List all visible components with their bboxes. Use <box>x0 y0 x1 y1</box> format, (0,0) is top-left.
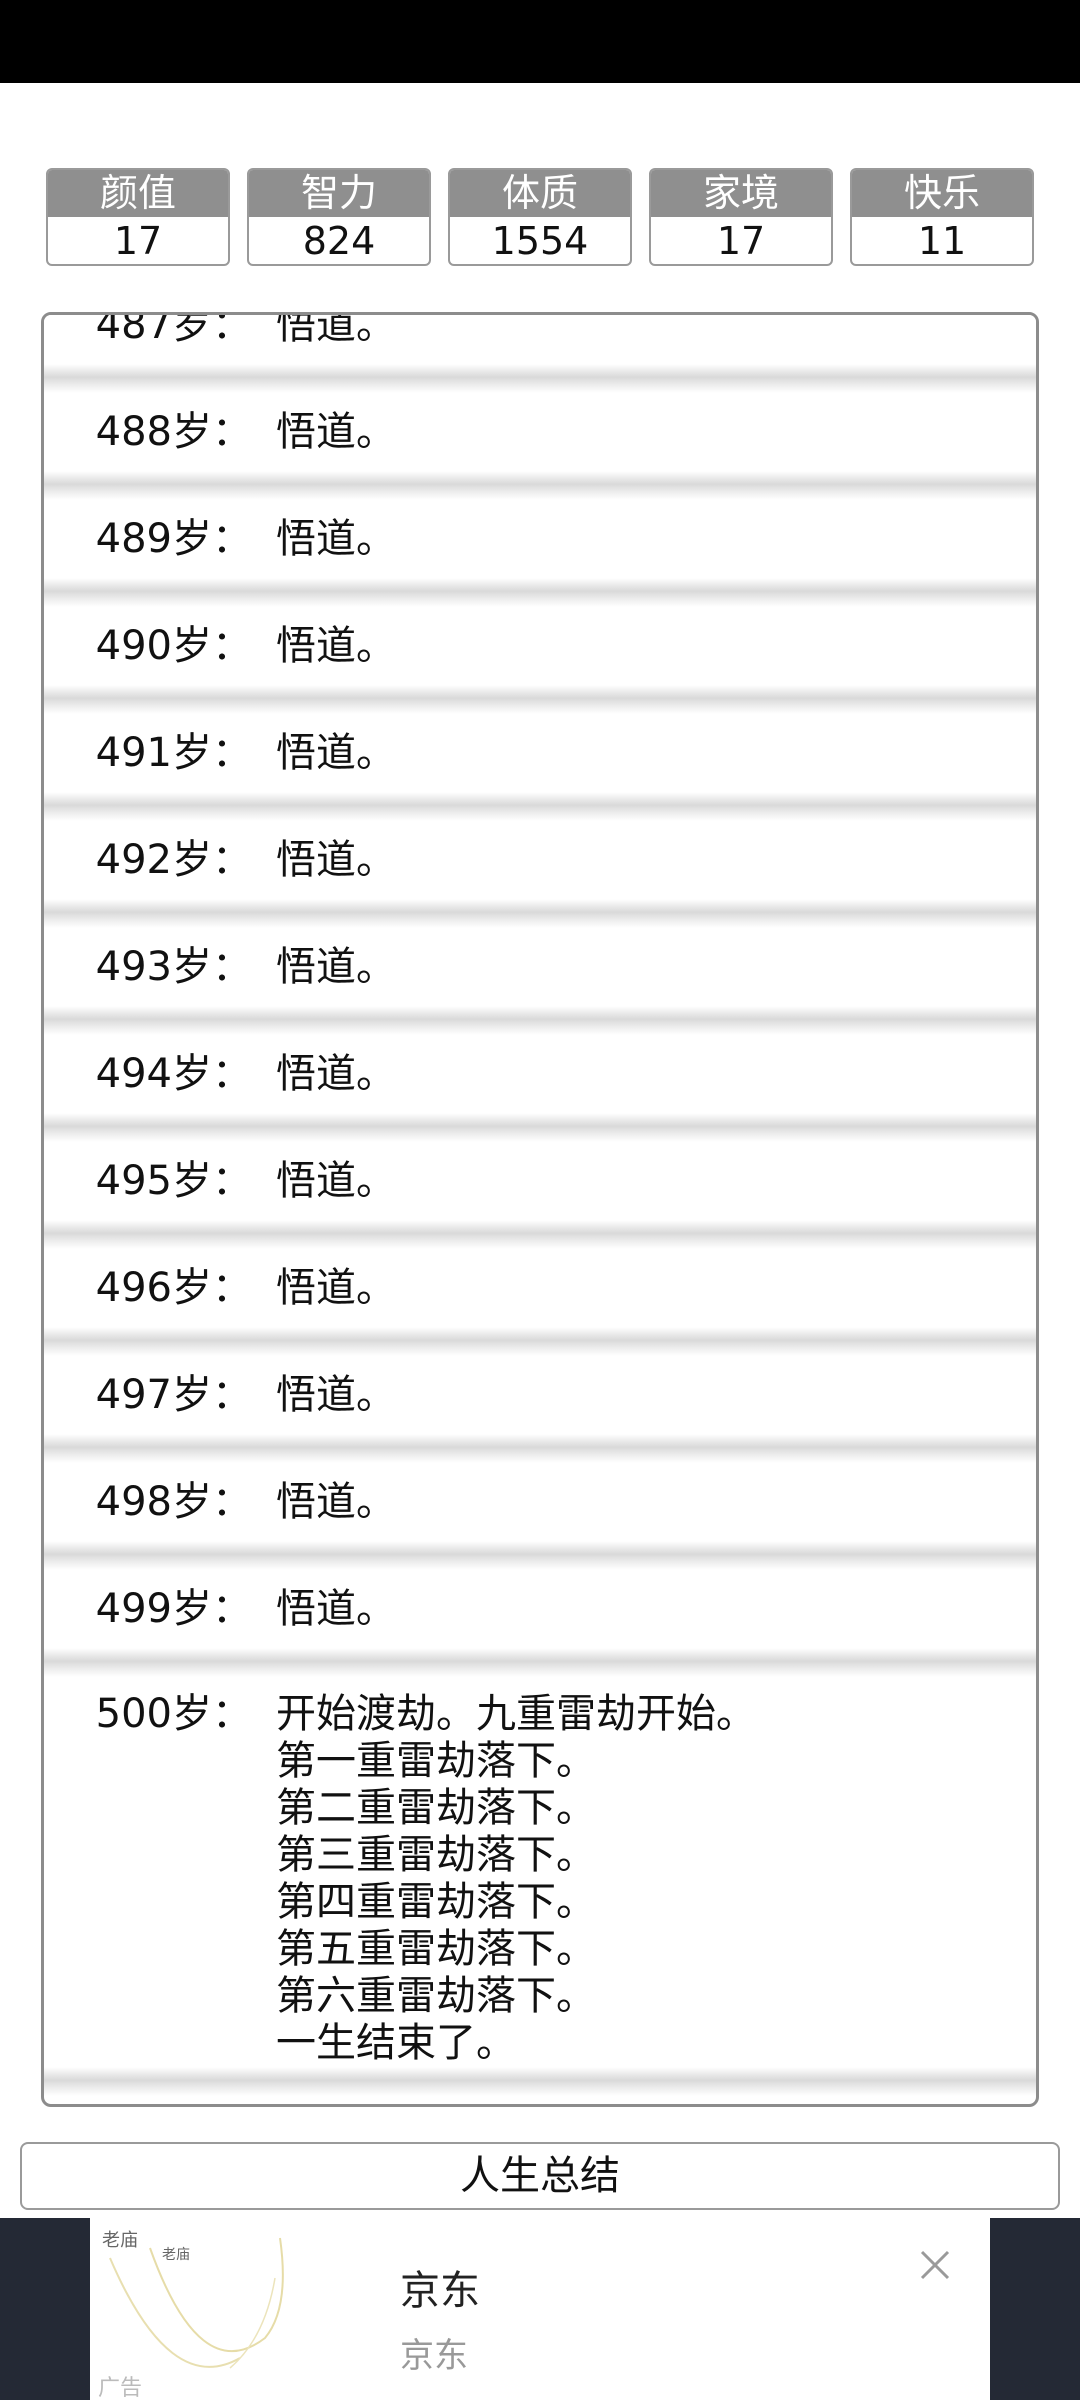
row-divider <box>44 1648 1036 1677</box>
event-line: 第五重雷劫落下。 <box>276 1926 596 1972</box>
stat-happiness: 快乐 11 <box>850 168 1034 266</box>
log-text: 悟道。 <box>276 1479 396 1525</box>
stat-label: 快乐 <box>852 170 1032 217</box>
log-age: 488岁： <box>95 409 252 455</box>
log-text: 悟道。 <box>276 623 396 669</box>
ad-card[interactable]: 老庙 老庙 广告 京东 京东 <box>90 2218 990 2401</box>
log-row: 494岁： 悟道。 <box>44 1035 1036 1113</box>
log-row: 487岁： 悟道。 <box>44 312 1036 364</box>
ad-label: 广告 <box>98 2376 143 2401</box>
stat-value: 17 <box>716 219 766 263</box>
row-divider <box>44 1113 1036 1142</box>
log-row: 495岁： 悟道。 <box>44 1142 1036 1220</box>
event-line: 一生结束了。 <box>276 2020 516 2066</box>
row-divider <box>44 1220 1036 1249</box>
stat-value: 17 <box>113 219 163 263</box>
stat-label: 颜值 <box>48 170 228 217</box>
row-divider <box>44 1541 1036 1570</box>
row-divider <box>44 2067 1036 2096</box>
stat-appearance: 颜值 17 <box>46 168 230 266</box>
event-line: 第六重雷劫落下。 <box>276 1973 596 2019</box>
log-text: 悟道。 <box>276 1158 396 1204</box>
log-age: 499岁： <box>95 1586 252 1632</box>
log-row-final: 500岁： 开始渡劫。九重雷劫开始。 第一重雷劫落下。 第二重雷劫落下。 第三重… <box>44 1677 1036 2067</box>
log-text: 悟道。 <box>276 312 396 348</box>
log-age: 500岁： <box>95 1691 252 1737</box>
stat-intelligence: 智力 824 <box>247 168 431 266</box>
log-age: 490岁： <box>95 623 252 669</box>
log-age: 487岁： <box>95 312 252 348</box>
log-text: 悟道。 <box>276 837 396 883</box>
close-icon[interactable] <box>910 2240 960 2290</box>
log-text: 悟道。 <box>276 516 396 562</box>
log-age: 489岁： <box>95 516 252 562</box>
ad-subtitle: 京东 <box>400 2336 468 2376</box>
ad-banner: 老庙 老庙 广告 京东 京东 <box>0 2218 1080 2401</box>
event-line: 第一重雷劫落下。 <box>276 1738 596 1784</box>
row-divider <box>44 1434 1036 1463</box>
log-row: 492岁： 悟道。 <box>44 821 1036 899</box>
stat-label: 体质 <box>450 170 630 217</box>
row-divider <box>44 685 1036 714</box>
final-event-lines: 开始渡劫。九重雷劫开始。 第一重雷劫落下。 第二重雷劫落下。 第三重雷劫落下。 … <box>276 1691 756 2067</box>
log-row: 497岁： 悟道。 <box>44 1356 1036 1434</box>
log-text: 悟道。 <box>276 1265 396 1311</box>
log-row: 489岁： 悟道。 <box>44 500 1036 578</box>
log-age: 494岁： <box>95 1051 252 1097</box>
log-text: 悟道。 <box>276 1372 396 1418</box>
row-divider <box>44 1327 1036 1356</box>
row-divider <box>44 578 1036 607</box>
log-text: 悟道。 <box>276 730 396 776</box>
stat-value: 1554 <box>491 219 589 263</box>
log-row: 499岁： 悟道。 <box>44 1570 1036 1648</box>
stat-constitution: 体质 1554 <box>448 168 632 266</box>
life-log[interactable]: 487岁： 悟道。 488岁： 悟道。 489岁： 悟道。 490岁： 悟道。 491岁… <box>41 312 1039 2107</box>
stat-family: 家境 17 <box>649 168 833 266</box>
log-row: 493岁： 悟道。 <box>44 928 1036 1006</box>
event-line: 第三重雷劫落下。 <box>276 1832 596 1878</box>
row-divider <box>44 792 1036 821</box>
log-age: 497岁： <box>95 1372 252 1418</box>
brand-logo: 老庙 <box>102 2230 138 2251</box>
log-age: 492岁： <box>95 837 252 883</box>
stat-label: 家境 <box>651 170 831 217</box>
row-divider <box>44 471 1036 500</box>
log-row: 496岁： 悟道。 <box>44 1249 1036 1327</box>
event-line: 开始渡劫。九重雷劫开始。 <box>276 1691 756 1737</box>
log-row: 491岁： 悟道。 <box>44 714 1036 792</box>
brand-logo-small: 老庙 <box>162 2247 190 2263</box>
row-divider <box>44 364 1036 393</box>
log-text: 悟道。 <box>276 409 396 455</box>
log-age: 496岁： <box>95 1265 252 1311</box>
stat-value: 11 <box>917 219 967 263</box>
log-text: 悟道。 <box>276 1586 396 1632</box>
row-divider <box>44 1006 1036 1035</box>
stat-label: 智力 <box>249 170 429 217</box>
log-text: 悟道。 <box>276 1051 396 1097</box>
log-age: 491岁： <box>95 730 252 776</box>
ad-image[interactable]: 老庙 老庙 广告 <box>90 2218 362 2401</box>
log-row: 488岁： 悟道。 <box>44 393 1036 471</box>
log-text: 悟道。 <box>276 944 396 990</box>
log-row: 498岁： 悟道。 <box>44 1463 1036 1541</box>
stats-panel: 颜值 17 智力 824 体质 1554 家境 17 快乐 11 <box>46 168 1034 266</box>
ad-title[interactable]: 京东 <box>400 2258 480 2316</box>
life-summary-button[interactable]: 人生总结 <box>20 2142 1060 2210</box>
log-age: 493岁： <box>95 944 252 990</box>
event-line: 第四重雷劫落下。 <box>276 1879 596 1925</box>
stat-value: 824 <box>302 219 376 263</box>
log-row: 490岁： 悟道。 <box>44 607 1036 685</box>
log-age: 498岁： <box>95 1479 252 1525</box>
event-line: 第二重雷劫落下。 <box>276 1785 596 1831</box>
status-bar <box>0 0 1080 83</box>
log-age: 495岁： <box>95 1158 252 1204</box>
row-divider <box>44 899 1036 928</box>
